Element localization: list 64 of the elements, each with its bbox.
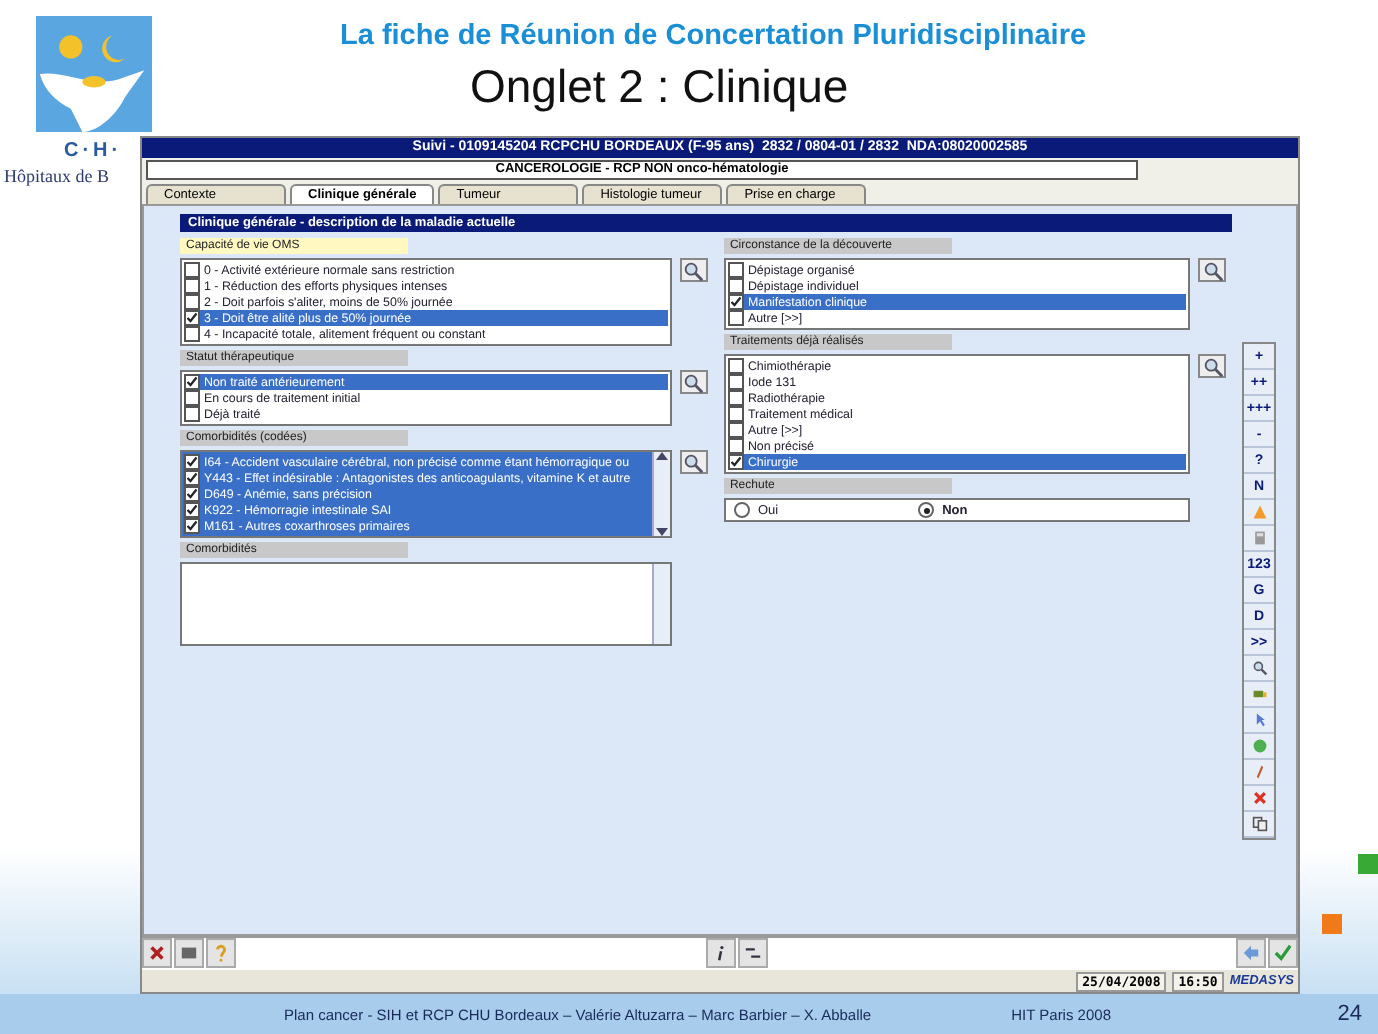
tools-button[interactable] [142, 938, 172, 968]
search-button[interactable] [679, 370, 708, 394]
checkbox[interactable] [184, 406, 200, 422]
close-button[interactable] [1244, 786, 1274, 812]
cursor-icon [1251, 712, 1267, 728]
text-area[interactable] [180, 562, 672, 646]
decor-square [1322, 914, 1342, 934]
checkbox[interactable] [184, 374, 200, 390]
cursor-button[interactable] [1244, 708, 1274, 734]
checkbox[interactable] [727, 310, 744, 326]
switch-button[interactable] [737, 938, 767, 968]
checkbox[interactable] [184, 310, 200, 326]
checkbox[interactable] [184, 486, 200, 502]
page-number: 24 [1337, 1002, 1362, 1026]
checkbox[interactable] [184, 326, 200, 342]
pencil-icon [1251, 764, 1267, 780]
back-arrow-icon [1242, 944, 1260, 962]
checkbox[interactable] [184, 518, 200, 534]
scroll-down-icon[interactable] [655, 528, 668, 536]
slide-subtitle: Onglet 2 : Clinique [470, 60, 851, 112]
checkbox[interactable] [727, 406, 744, 422]
search-button[interactable] [679, 258, 708, 282]
search-button[interactable] [679, 450, 708, 474]
switch-icon [743, 944, 761, 962]
copy-icon [1251, 816, 1267, 832]
warning-icon [1251, 504, 1267, 520]
pencil-button[interactable] [1244, 760, 1274, 786]
checkbox[interactable] [184, 390, 200, 406]
scrollbar[interactable] [651, 452, 670, 536]
checkbox[interactable] [184, 502, 200, 518]
keyboard-button[interactable] [174, 938, 204, 968]
checkbox[interactable] [727, 262, 744, 278]
scroll-up-icon[interactable] [655, 452, 668, 460]
checkbox[interactable] [184, 294, 200, 310]
checkbox[interactable] [727, 294, 744, 310]
slide-title: La fiche de Réunion de Concertation Pluridisciplinaire [340, 20, 1089, 52]
checkbox[interactable] [184, 262, 200, 278]
logo-drawing [36, 16, 152, 132]
search-icon [1251, 660, 1267, 676]
checkbox[interactable] [727, 390, 744, 406]
checkbox[interactable] [727, 374, 744, 390]
check-icon [1274, 944, 1292, 962]
decor-square [1358, 854, 1378, 874]
close-icon [1251, 790, 1267, 806]
truck-button[interactable] [1244, 682, 1274, 708]
copy-button[interactable] [1244, 812, 1274, 838]
checkbox[interactable] [727, 422, 744, 438]
checkbox[interactable] [184, 454, 200, 470]
tools-icon [148, 944, 166, 962]
logo-text: C·H· [64, 140, 123, 162]
calculator-icon [1251, 530, 1267, 546]
search-button[interactable] [1198, 354, 1226, 378]
checkbox[interactable] [727, 358, 744, 374]
checkbox[interactable] [727, 278, 744, 294]
logo-caption: Hôpitaux de B [4, 166, 109, 186]
confirm-button[interactable] [1268, 938, 1298, 968]
help-icon [212, 944, 230, 962]
search-button[interactable] [1198, 258, 1226, 282]
checkbox[interactable] [727, 438, 744, 454]
search-button[interactable] [1244, 656, 1274, 682]
checkbox[interactable] [727, 454, 744, 470]
info-button[interactable] [705, 938, 735, 968]
checkbox[interactable] [184, 278, 200, 294]
checkbox[interactable] [184, 470, 200, 486]
